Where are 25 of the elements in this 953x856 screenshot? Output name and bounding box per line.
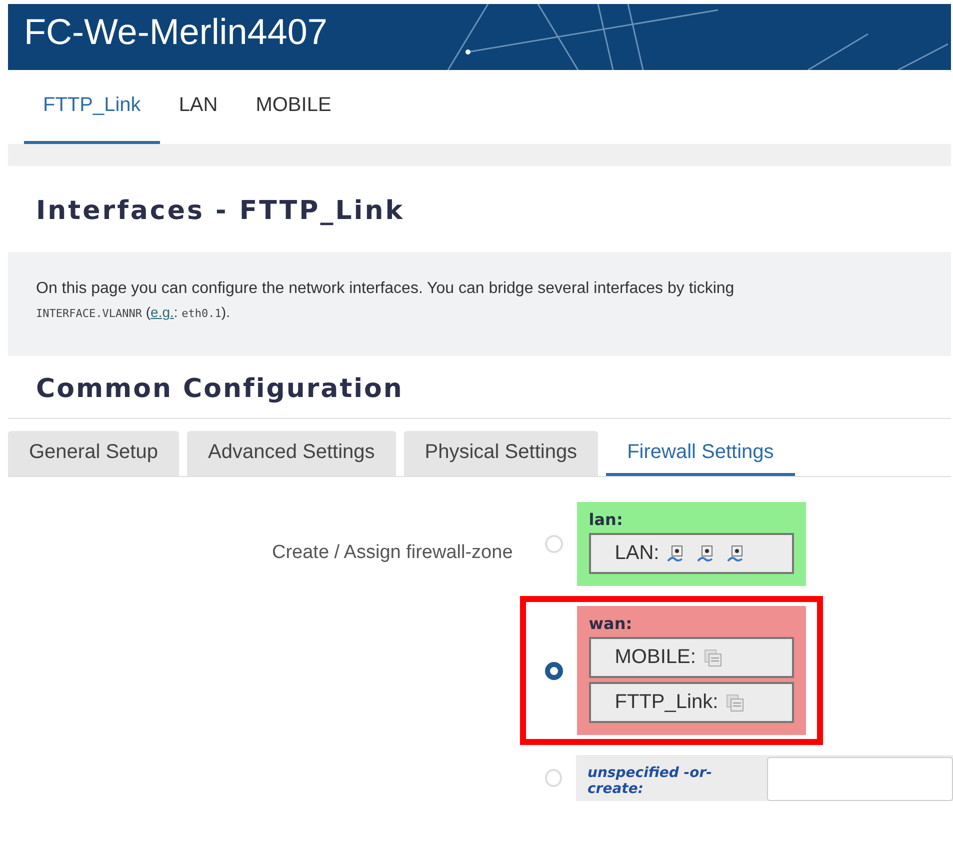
field-label: Create / Assign firewall-zone — [270, 541, 513, 565]
section-title: Common Configuration — [35, 373, 404, 406]
network-port-icon — [667, 544, 684, 562]
zone-name: wan: — [588, 614, 634, 633]
network-port-icon — [727, 544, 744, 562]
description-example: INTERFACE.VLANNR (e.g.: eth0.1). — [36, 304, 230, 320]
config-tab[interactable]: General Setup — [8, 431, 179, 476]
site-title: FC-We-Merlin4407 — [23, 10, 328, 53]
stacked-pages-icon — [726, 694, 744, 712]
network-port-icon — [697, 544, 714, 562]
network-label: MOBILE: — [614, 646, 696, 669]
network-label: FTTP_Link: — [614, 691, 718, 714]
interface-tab[interactable]: LAN — [160, 70, 237, 144]
example-link[interactable]: e.g. — [150, 304, 174, 320]
description-text: On this page you can configure the network interfaces. You can bridge several interfaces by ticking — [36, 280, 734, 298]
config-tab[interactable]: Advanced Settings — [186, 431, 396, 476]
zone-name: lan: — [588, 510, 624, 529]
create-label: unspecified -or- create: — [588, 765, 713, 799]
page-title: Interfaces - FTTP_Link — [35, 195, 406, 224]
interface-tab[interactable]: MOBILE — [236, 70, 350, 144]
stacked-pages-icon — [704, 648, 722, 666]
network-label: LAN: — [614, 542, 660, 565]
config-tab[interactable]: Physical Settings — [404, 431, 598, 476]
zone-name-field[interactable] — [766, 757, 953, 801]
radio-button[interactable] — [544, 662, 563, 680]
